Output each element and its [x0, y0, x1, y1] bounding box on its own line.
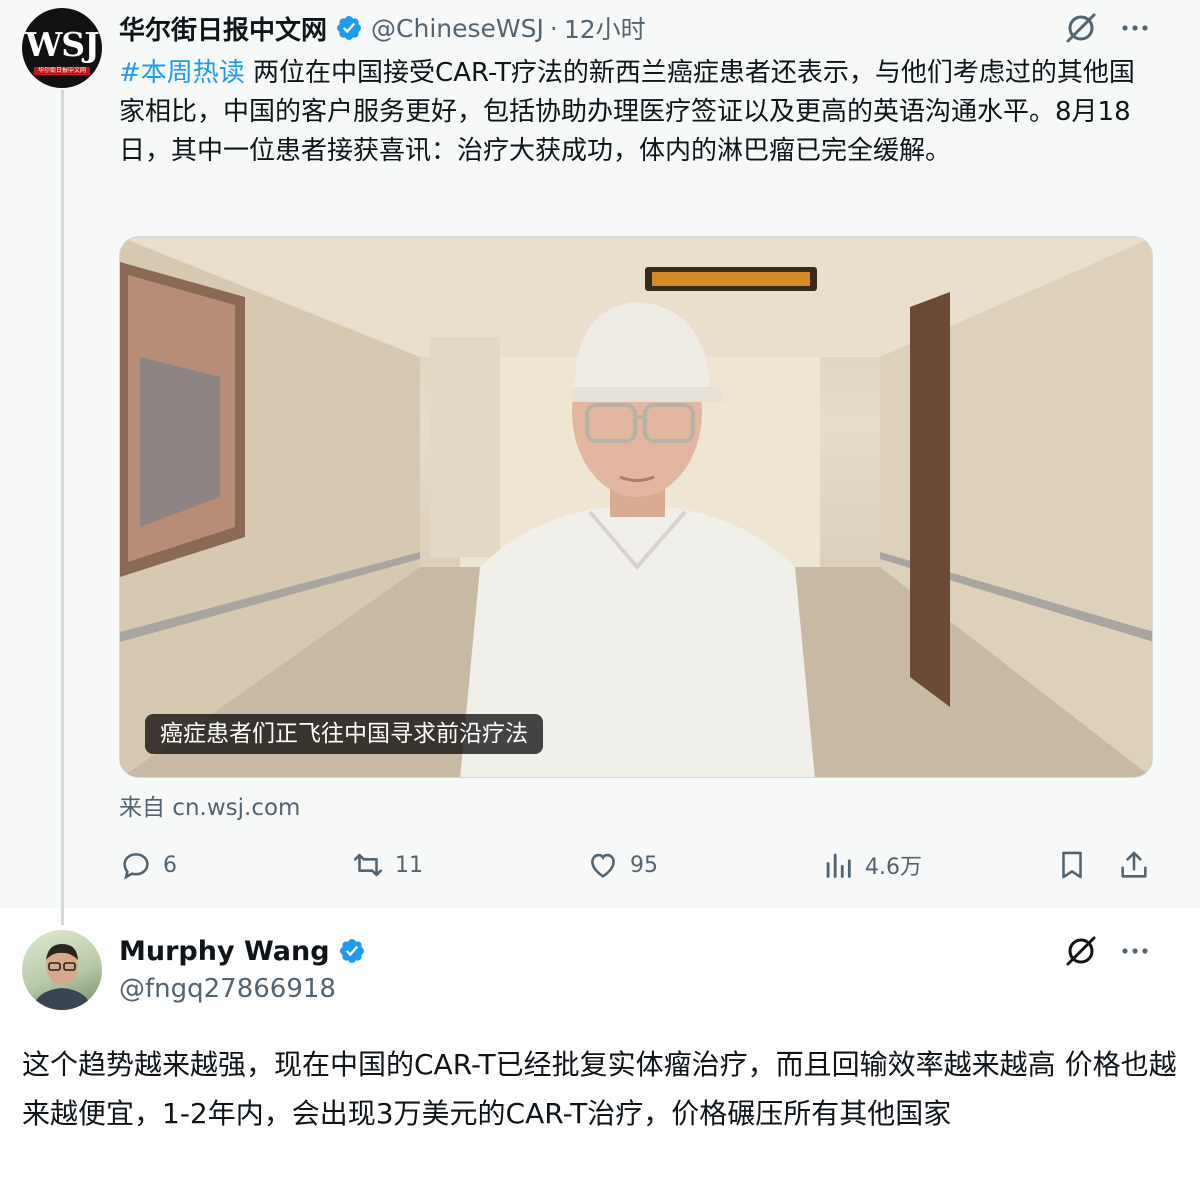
- separator-dot: ·: [549, 13, 558, 43]
- author-handle[interactable]: @ChineseWSJ: [371, 14, 544, 43]
- parent-tweet[interactable]: WSJ 华尔街日报中文网 华尔街日报中文网 @ChineseWSJ · 12小时…: [0, 0, 1200, 925]
- views-count: 4.6万: [865, 855, 922, 880]
- more-icon[interactable]: [1119, 12, 1151, 44]
- thread-line: [61, 90, 64, 925]
- author-name[interactable]: 华尔街日报中文网: [119, 10, 327, 47]
- tweet-body: 两位在中国接受CAR-T疗法的新西兰癌症患者还表示，与他们考虑过的其他国家相比，…: [119, 58, 1135, 166]
- bookmark-icon: [1062, 851, 1082, 879]
- more-icon[interactable]: [1119, 935, 1151, 967]
- tweet-text: #本周热读 两位在中国接受CAR-T疗法的新西兰癌症患者还表示，与他们考虑过的其…: [119, 54, 1159, 171]
- avatar-logo-subtext: 华尔街日报中文网: [34, 67, 90, 75]
- repost-count: 11: [395, 852, 423, 878]
- tweet-header: 华尔街日报中文网 @ChineseWSJ · 12小时: [119, 10, 646, 46]
- like-button[interactable]: 95: [586, 844, 658, 886]
- views-icon: [826, 853, 851, 878]
- avatar-logo-text: WSJ: [25, 25, 100, 64]
- bookmark-button[interactable]: [1055, 844, 1089, 886]
- hashtag-link[interactable]: #本周热读: [119, 58, 245, 88]
- reply-count: 6: [163, 852, 177, 878]
- reply-author-avatar[interactable]: [22, 930, 102, 1010]
- verified-badge-icon[interactable]: [335, 14, 363, 42]
- avatar-photo: [32, 944, 92, 1010]
- share-icon: [1121, 851, 1147, 878]
- reply-text: 这个趋势越来越强，现在中国的CAR-T已经批复实体瘤治疗，而且回输效率越来越高 …: [22, 1048, 1177, 1130]
- verified-badge-icon[interactable]: [338, 937, 366, 965]
- grok-icon[interactable]: [1063, 933, 1099, 969]
- reply-author-name[interactable]: Murphy Wang: [119, 936, 330, 967]
- reply-author-handle[interactable]: @fngq27866918: [119, 974, 336, 1004]
- views-button[interactable]: 4.6万: [821, 844, 922, 886]
- tweet-actions: 6 11 95 4.6万: [119, 844, 1159, 886]
- author-avatar[interactable]: WSJ 华尔街日报中文网: [22, 8, 102, 88]
- reply-icon: [123, 853, 149, 880]
- share-button[interactable]: [1117, 844, 1151, 886]
- like-icon: [591, 853, 615, 878]
- link-card-image[interactable]: [119, 236, 1153, 778]
- link-source[interactable]: 来自 cn.wsj.com: [119, 788, 300, 822]
- repost-icon: [353, 853, 383, 877]
- reply-button[interactable]: 6: [119, 844, 177, 886]
- reply-header: Murphy Wang: [119, 932, 366, 970]
- media-caption: 癌症患者们正飞往中国寻求前沿疗法: [145, 714, 543, 754]
- hospital-corridor-photo: [120, 237, 1152, 777]
- repost-button[interactable]: 11: [351, 844, 423, 886]
- like-count: 95: [630, 852, 658, 878]
- tweet-time[interactable]: 12小时: [564, 10, 646, 46]
- grok-icon[interactable]: [1063, 10, 1099, 46]
